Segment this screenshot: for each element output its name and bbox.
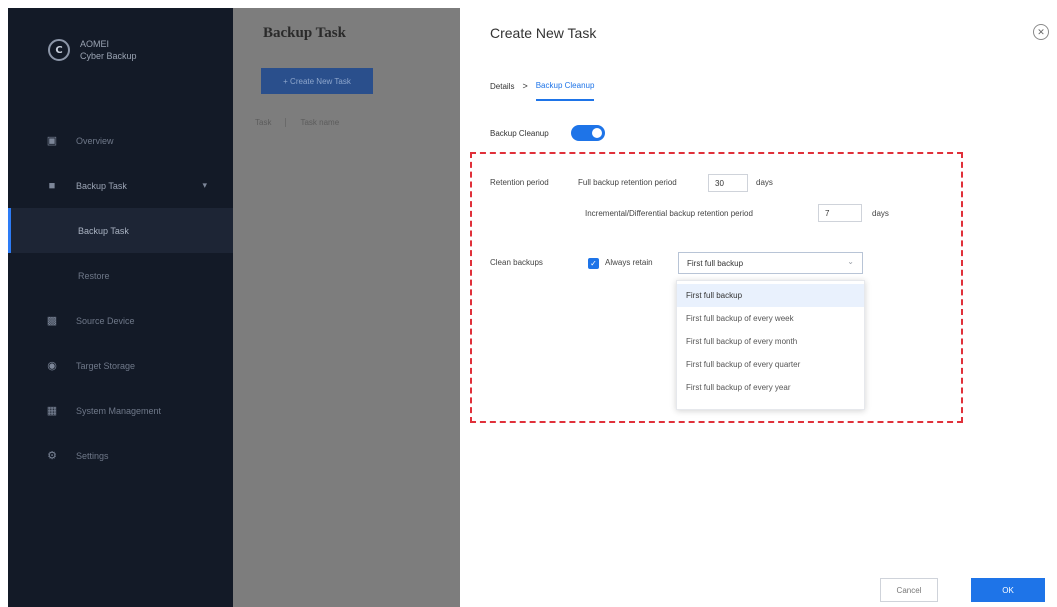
column-header: Task — [255, 118, 272, 127]
brand-product: Cyber Backup — [80, 51, 137, 61]
backup-cleanup-toggle[interactable] — [570, 125, 605, 141]
dropdown-option[interactable]: First full backup of every quarter — [677, 353, 864, 376]
chevron-right-icon: > — [522, 81, 528, 91]
settings-icon: ▦ — [46, 405, 58, 417]
always-retain-checkbox[interactable]: ✓ — [588, 258, 599, 269]
sidebar-item-label: Target Storage — [76, 360, 136, 371]
brand-name: AOMEI — [80, 39, 110, 49]
create-task-drawer: Create New Task ✕ Details > Backup Clean… — [460, 8, 1057, 607]
background-page: Backup Task + Create New Task Task Task … — [233, 8, 460, 607]
brand: C AOMEI Cyber Backup — [48, 38, 137, 62]
clean-backups-label: Clean backups — [490, 258, 543, 267]
sidebar-subitem-backup-task[interactable]: Backup Task — [8, 208, 233, 253]
sidebar: C AOMEI Cyber Backup ▣ Overview ■ Backup… — [8, 8, 233, 607]
sidebar-nav: ▣ Overview ■ Backup Task ▾ Backup Task R… — [8, 118, 233, 478]
folder-icon: ■ — [48, 179, 56, 192]
sidebar-item-target-storage[interactable]: ◉ Target Storage — [8, 343, 233, 388]
backup-cleanup-row: Backup Cleanup — [490, 125, 605, 141]
dropdown-option[interactable]: First full backup — [677, 284, 864, 307]
incremental-retention-label: Incremental/Differential backup retentio… — [585, 209, 753, 218]
chevron-down-icon: ⌄ — [847, 257, 854, 266]
incremental-retention-input[interactable]: 7 — [818, 204, 862, 222]
dropdown-option[interactable]: First full backup of every week — [677, 307, 864, 330]
retain-dropdown: First full backup First full backup of e… — [676, 280, 865, 410]
sidebar-item-label: Backup Task — [78, 225, 129, 236]
device-icon: ▩ — [46, 315, 58, 327]
full-backup-retention-input[interactable]: 30 — [708, 174, 748, 192]
sidebar-item-label: Overview — [76, 135, 114, 146]
full-backup-retention-label: Full backup retention period — [578, 178, 677, 187]
retain-select-value: First full backup — [687, 258, 744, 268]
full-backup-unit: days — [756, 178, 773, 187]
always-retain-label: Always retain — [605, 258, 653, 267]
sidebar-item-overview[interactable]: ▣ Overview — [8, 118, 233, 163]
sidebar-item-source-device[interactable]: ▩ Source Device — [8, 298, 233, 343]
ok-button[interactable]: OK — [971, 578, 1045, 602]
retention-period-label: Retention period — [490, 178, 549, 187]
sidebar-item-label: Settings — [76, 450, 109, 461]
table-header: Task Task name — [255, 118, 339, 127]
sidebar-subitem-restore[interactable]: Restore — [8, 253, 233, 298]
incremental-unit: days — [872, 209, 889, 218]
gear-icon: ⚙ — [47, 450, 57, 462]
sidebar-item-backup-task[interactable]: ■ Backup Task ▾ — [8, 163, 233, 208]
tab-details[interactable]: Details — [490, 71, 514, 101]
cancel-button[interactable]: Cancel — [880, 578, 938, 602]
dropdown-option[interactable]: First full backup of every year — [677, 376, 864, 399]
drawer-title: Create New Task — [490, 25, 597, 41]
sidebar-item-system-management[interactable]: ▦ System Management — [8, 388, 233, 433]
sidebar-item-label: System Management — [76, 405, 162, 416]
create-task-button[interactable]: + Create New Task — [261, 68, 373, 94]
tab-backup-cleanup[interactable]: Backup Cleanup — [535, 71, 595, 101]
step-tabs: Details > Backup Cleanup — [490, 71, 595, 101]
sidebar-item-label: Backup Task — [76, 180, 127, 191]
home-icon: ▣ — [46, 135, 58, 147]
sidebar-item-label: Source Device — [76, 315, 135, 326]
dropdown-option[interactable]: First full backup of every month — [677, 330, 864, 353]
retain-select[interactable]: First full backup ⌄ — [678, 252, 863, 274]
logo-icon: C — [48, 39, 70, 61]
chevron-down-icon: ▾ — [202, 180, 207, 190]
column-header: Task name — [285, 118, 339, 127]
storage-icon: ◉ — [47, 360, 57, 372]
sidebar-item-settings[interactable]: ⚙ Settings — [8, 433, 233, 478]
backup-cleanup-label: Backup Cleanup — [490, 128, 549, 138]
sidebar-item-label: Restore — [78, 270, 110, 281]
close-icon[interactable]: ✕ — [1033, 24, 1049, 40]
page-title: Backup Task — [263, 25, 346, 41]
